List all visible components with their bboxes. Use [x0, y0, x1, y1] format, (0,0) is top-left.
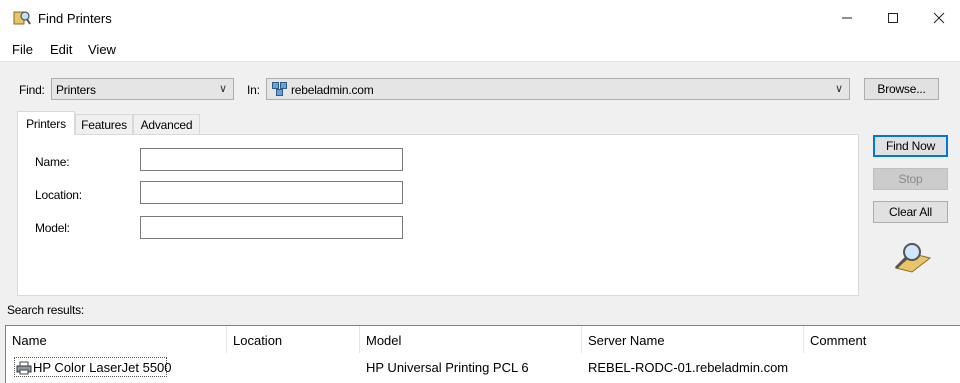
minimize-icon [842, 17, 852, 19]
in-select[interactable]: rebeladmin.com ∨ [266, 78, 850, 100]
menu-file[interactable]: File [12, 42, 33, 57]
results-list[interactable]: Name Location Model Server Name Comment … [5, 325, 960, 383]
close-button[interactable] [916, 0, 960, 36]
find-label: Find: [19, 83, 45, 97]
name-input[interactable] [140, 148, 403, 171]
menu-bar: File Edit View [0, 36, 960, 62]
tab-advanced[interactable]: Advanced [133, 114, 200, 134]
clear-all-button[interactable]: Clear All [873, 201, 948, 223]
window-title: Find Printers [38, 11, 112, 26]
stop-button[interactable]: Stop [873, 168, 948, 190]
column-header-model[interactable]: Model [360, 326, 582, 353]
column-header-server-name[interactable]: Server Name [582, 326, 804, 353]
printer-icon [16, 361, 32, 375]
tab-features[interactable]: Features [75, 114, 133, 134]
tab-printers[interactable]: Printers [17, 111, 75, 135]
find-printers-icon [13, 11, 31, 25]
maximize-button[interactable] [870, 0, 916, 36]
location-label: Location: [35, 188, 82, 202]
minimize-button[interactable] [824, 0, 870, 36]
search-results-label: Search results: [7, 303, 85, 317]
location-input[interactable] [140, 181, 403, 204]
column-header-comment[interactable]: Comment [804, 326, 960, 353]
in-label: In: [247, 83, 260, 97]
menu-edit[interactable]: Edit [50, 42, 72, 57]
find-select[interactable]: Printers ∨ [51, 78, 234, 100]
close-icon [933, 12, 945, 24]
maximize-icon [888, 13, 898, 23]
title-bar: Find Printers [0, 0, 960, 36]
domain-icon [272, 82, 287, 96]
name-label: Name: [35, 155, 70, 169]
menu-view[interactable]: View [88, 42, 116, 57]
search-animation-icon [894, 243, 932, 273]
model-input[interactable] [140, 216, 403, 239]
browse-button[interactable]: Browse... [864, 78, 939, 100]
column-header-name[interactable]: Name [6, 326, 227, 353]
in-select-value: rebeladmin.com [291, 83, 374, 97]
chevron-down-icon: ∨ [834, 83, 843, 95]
cell-server-name: REBEL-RODC-01.rebeladmin.com [588, 360, 789, 375]
model-label: Model: [35, 221, 70, 235]
cell-name: HP Color LaserJet 5500 [33, 360, 172, 375]
cell-model: HP Universal Printing PCL 6 [366, 360, 529, 375]
chevron-down-icon: ∨ [218, 83, 227, 95]
find-now-button[interactable]: Find Now [873, 135, 948, 157]
column-header-location[interactable]: Location [227, 326, 360, 353]
find-select-value: Printers [56, 83, 96, 97]
